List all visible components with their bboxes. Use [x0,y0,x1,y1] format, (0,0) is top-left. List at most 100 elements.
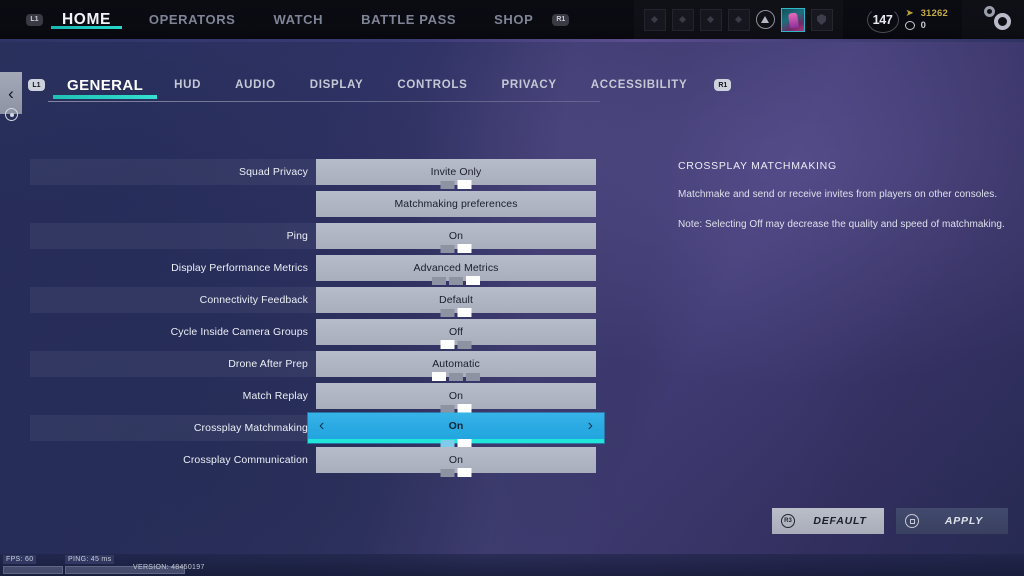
settings-row-label: Drone After Prep [228,358,308,370]
tab-display[interactable]: DISPLAY [293,64,381,106]
settings-row-position-pips [440,308,472,317]
settings-row[interactable]: Display Performance Metrics Advanced Metr… [30,255,596,287]
settings-row-value: On [448,230,464,242]
right-stick-icon: R3 [781,514,795,528]
diamond-icon [651,15,659,24]
default-button[interactable]: R3 DEFAULT [772,508,884,534]
settings-row-position-pips [440,340,472,349]
loadout-slot-1[interactable] [643,8,666,31]
settings-row-label: Connectivity Feedback [199,294,308,306]
tab-l1-bumper-icon[interactable]: L1 [28,79,45,91]
chevron-left-icon: ‹ [8,83,14,103]
settings-row-position-pips [440,404,472,413]
settings-row[interactable]: Crossplay Matchmaking ‹ › On [30,413,604,448]
r1-bumper-icon[interactable]: R1 [552,13,570,26]
settings-row-label: Cycle Inside Camera Groups [170,326,308,338]
settings-row[interactable]: Crossplay Communication On [30,447,596,479]
settings-row-value: Invite Only [430,166,482,178]
l1-bumper-icon[interactable]: L1 [26,13,43,26]
shield-slot[interactable] [810,8,833,31]
settings-button[interactable] [962,0,1024,39]
settings-row-control[interactable]: ‹ › On [308,413,604,448]
settings-row-label-band: Display Performance Metrics [30,255,316,281]
tab-accessibility[interactable]: ACCESSIBILITY [574,64,705,106]
settings-row[interactable]: Drone After Prep Automatic [30,351,596,383]
settings-row-label: Ping [286,230,308,242]
settings-row-value: Automatic [432,358,480,370]
settings-row-label-band: Squad Privacy [30,159,316,185]
position-pip [466,276,480,285]
top-nav-left: L1 HOME OPERATORS WATCH BATTLE PASS SHOP… [0,0,570,39]
nav-item-watch[interactable]: WATCH [254,11,342,29]
chevron-right-icon[interactable]: › [588,418,593,434]
version-label: VERSION: 48450197 [133,564,205,571]
settings-row-label: Display Performance Metrics [171,262,308,274]
position-pip [432,372,446,381]
settings-row[interactable]: Squad Privacy Invite Only [30,159,596,191]
settings-row-control[interactable]: Invite Only [316,159,596,189]
settings-row-label-band: Connectivity Feedback [30,287,316,313]
nav-item-operators[interactable]: OPERATORS [130,11,255,29]
settings-row-position-pips [432,276,480,285]
settings-row[interactable]: Cycle Inside Camera Groups Off [30,319,596,351]
triangle-icon [761,16,770,23]
currency-row-credits: 0 [904,20,948,31]
diamond-icon [707,15,715,24]
settings-row[interactable]: Matchmaking preferences [30,191,596,223]
gear-icon-small [984,6,995,17]
settings-row-label: Match Replay [242,390,308,402]
settings-row-value: Off [448,326,464,338]
settings-row-control[interactable]: Matchmaking preferences [316,191,596,217]
settings-row-value: Default [439,294,473,306]
settings-row-position-pips [432,372,480,381]
position-pip [440,469,455,477]
position-pip [440,181,455,189]
settings-row-position-pips [440,468,472,477]
currency-group: ➤ 31262 0 [903,8,948,31]
diamond-icon [679,15,687,24]
ping-label: PING: 45 ms [65,555,115,564]
settings-row-value: On [448,454,464,466]
tab-controls[interactable]: CONTROLS [380,64,484,106]
tab-general[interactable]: GENERAL [53,64,158,106]
tab-r1-bumper-icon[interactable]: R1 [714,79,732,91]
apply-button[interactable]: APPLY [896,508,1008,534]
settings-row-value: On [448,420,464,432]
settings-row-value: Advanced Metrics [413,262,499,274]
settings-row-control[interactable]: Default [316,287,596,317]
nav-item-home[interactable]: HOME [43,11,130,29]
settings-row[interactable]: Connectivity Feedback Default [30,287,596,319]
circle-button-icon[interactable] [5,108,18,121]
gear-icon [994,13,1011,30]
loadout-slot-2[interactable] [671,8,694,31]
settings-row[interactable]: Match Replay On [30,383,596,415]
settings-row-control[interactable]: Automatic [316,351,596,381]
settings-row-label-band: Crossplay Communication [30,447,316,473]
tab-audio[interactable]: AUDIO [218,64,293,106]
settings-row-label-band: Match Replay [30,383,316,409]
settings-row-control[interactable]: On [316,383,596,413]
settings-row-control[interactable]: On [316,223,596,253]
settings-row[interactable]: Ping On [30,223,596,255]
tab-privacy[interactable]: PRIVACY [485,64,574,106]
settings-tab-bar: L1 GENERAL HUD AUDIO DISPLAY CONTROLS PR… [0,64,1024,106]
avatar[interactable] [780,7,805,32]
clan-emblem-icon[interactable] [755,10,775,29]
loadout-slot-4[interactable] [727,8,750,31]
loadout-slot-3[interactable] [699,8,722,31]
chevron-left-icon[interactable]: ‹ [319,418,324,434]
diamond-icon [735,15,743,24]
settings-row-control[interactable]: Advanced Metrics [316,255,596,285]
position-pip [457,341,472,349]
settings-row-control[interactable]: On [316,447,596,477]
shield-icon [817,14,827,25]
settings-row-control[interactable]: Off [316,319,596,349]
position-pip [440,340,455,349]
laurel-wreath-icon: 147 [863,6,903,34]
nav-item-battle-pass[interactable]: BATTLE PASS [342,11,475,29]
description-paragraph-1: Matchmake and send or receive invites fr… [678,189,998,200]
position-pip [432,277,446,285]
tab-hud[interactable]: HUD [157,64,218,106]
settings-row-label-band: Crossplay Matchmaking [30,415,316,441]
nav-item-shop[interactable]: SHOP [475,11,552,29]
